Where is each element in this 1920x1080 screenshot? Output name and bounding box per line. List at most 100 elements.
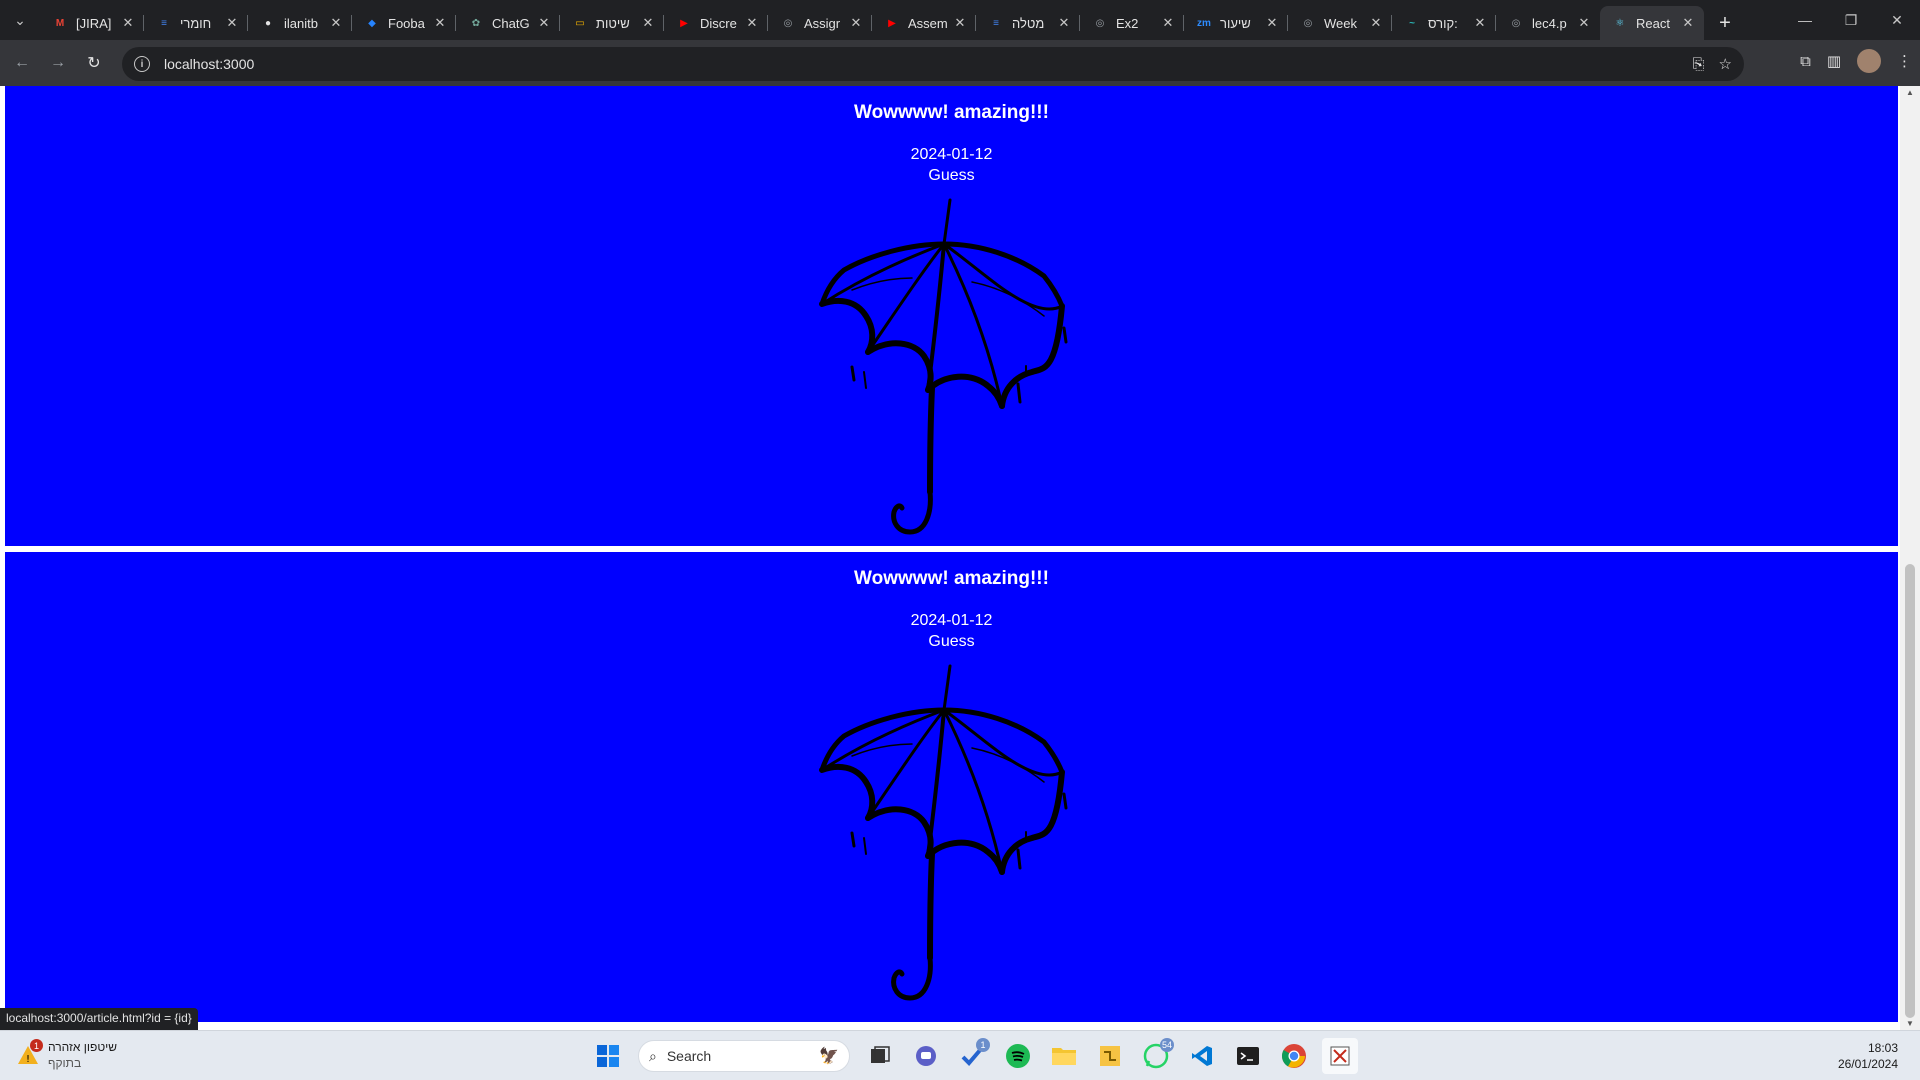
browser-tab[interactable]: M [JIRA] ✕ (40, 6, 144, 40)
close-tab-icon[interactable]: ✕ (328, 15, 344, 31)
site-info-icon[interactable]: i (134, 56, 150, 72)
browser-tab[interactable]: ◎ Assigr ✕ (768, 6, 872, 40)
search-placeholder: Search (666, 1048, 712, 1064)
weather-badge: 1 (30, 1039, 43, 1052)
spotify-button[interactable] (1000, 1038, 1036, 1074)
page-scrollbar[interactable]: ▲ ▼ (1900, 86, 1920, 1030)
scroll-up-icon[interactable]: ▲ (1900, 88, 1920, 97)
close-tab-icon[interactable]: ✕ (1368, 15, 1384, 31)
close-tab-icon[interactable]: ✕ (1264, 15, 1280, 31)
bookmark-star-icon[interactable]: ☆ (1719, 55, 1732, 73)
close-window-button[interactable]: ✕ (1874, 0, 1920, 40)
svg-text:!: ! (26, 1054, 30, 1065)
browser-tab[interactable]: ◎ lec4.p ✕ (1496, 6, 1600, 40)
todo-button[interactable]: 1 (954, 1038, 990, 1074)
install-app-icon[interactable]: ⎘ (1693, 56, 1705, 73)
browser-tab[interactable]: ▶ Assem ✕ (872, 6, 976, 40)
app-button[interactable] (1092, 1038, 1128, 1074)
chrome-icon (1281, 1044, 1306, 1068)
scrollbar-thumb[interactable] (1905, 564, 1915, 1018)
article-author: Guess (928, 633, 975, 650)
extensions-icon[interactable]: ⧉ (1800, 53, 1811, 70)
start-button[interactable] (590, 1038, 626, 1074)
windows-taskbar: ! 1 שיטפון אזהרה בתוקף ⌕ Search 🦅 1 54 1… (0, 1030, 1920, 1080)
more-menu-icon[interactable]: ⋮ (1897, 52, 1912, 70)
close-tab-icon[interactable]: ✕ (1680, 15, 1696, 31)
close-tab-icon[interactable]: ✕ (224, 15, 240, 31)
active-app-button[interactable] (1322, 1038, 1358, 1074)
diagram-app-icon (1100, 1046, 1120, 1066)
tab-strip: ⌄ M [JIRA] ✕ ≡ חומרי ✕ ● ilanitb ✕ ◆ Fooba ✕ ✿ ChatG ✕… (0, 0, 1920, 40)
spotify-icon (1006, 1044, 1030, 1068)
chrome-button[interactable] (1276, 1038, 1312, 1074)
system-clock[interactable]: 18:03 26/01/2024 (1838, 1040, 1898, 1072)
reload-button[interactable]: ↻ (80, 49, 108, 77)
minimize-button[interactable]: — (1782, 0, 1828, 40)
terminal-button[interactable] (1230, 1038, 1266, 1074)
close-tab-icon[interactable]: ✕ (1472, 15, 1488, 31)
taskbar-search[interactable]: ⌕ Search 🦅 (638, 1040, 850, 1072)
profile-avatar[interactable] (1857, 49, 1881, 73)
toolbar-actions: ⧉ ▥ ⋮ (1800, 49, 1912, 73)
browser-tab[interactable]: ≡ מטלה ✕ (976, 6, 1080, 40)
docs-icon: ≡ (161, 17, 167, 29)
umbrella-image (818, 664, 1067, 1001)
tab-title: React (1636, 15, 1670, 31)
url-text[interactable]: localhost:3000 (164, 56, 254, 72)
tab-title: מטלה (1012, 15, 1045, 31)
whatsapp-button[interactable]: 54 (1138, 1038, 1174, 1074)
browser-tab[interactable]: ▭ שיטות ✕ (560, 6, 664, 40)
browser-tab[interactable]: ◎ Ex2 ✕ (1080, 6, 1184, 40)
vscode-button[interactable] (1184, 1038, 1220, 1074)
close-tab-icon[interactable]: ✕ (640, 15, 656, 31)
close-tab-icon[interactable]: ✕ (1160, 15, 1176, 31)
chatgpt-icon: ✿ (471, 17, 481, 29)
snipping-tool-icon (1330, 1046, 1350, 1066)
new-tab-button[interactable]: + (1708, 6, 1742, 40)
tab-search-button[interactable]: ⌄ (0, 0, 40, 40)
article-card[interactable]: Wowwww! amazing!!! 2024-01-12 Guess (5, 86, 1898, 546)
youtube-icon: ▶ (680, 17, 688, 29)
teams-chat-button[interactable] (908, 1038, 944, 1074)
close-tab-icon[interactable]: ✕ (432, 15, 448, 31)
close-tab-icon[interactable]: ✕ (120, 15, 136, 31)
close-tab-icon[interactable]: ✕ (848, 15, 864, 31)
scroll-down-icon[interactable]: ▼ (1900, 1019, 1920, 1028)
browser-tab[interactable]: ◆ Fooba ✕ (352, 6, 456, 40)
browser-tab[interactable]: ⚛ React ✕ (1600, 6, 1704, 40)
file-explorer-button[interactable] (1046, 1038, 1082, 1074)
close-tab-icon[interactable]: ✕ (536, 15, 552, 31)
tabs: M [JIRA] ✕ ≡ חומרי ✕ ● ilanitb ✕ ◆ Fooba ✕ ✿ ChatG ✕ ▭ ש… (40, 6, 1704, 40)
browser-tab[interactable]: ● ilanitb ✕ (248, 6, 352, 40)
browser-tab[interactable]: ▶ Discre ✕ (664, 6, 768, 40)
close-tab-icon[interactable]: ✕ (744, 15, 760, 31)
browser-tab[interactable]: ✿ ChatG ✕ (456, 6, 560, 40)
close-tab-icon[interactable]: ✕ (952, 15, 968, 31)
globe-icon: ◎ (1303, 17, 1313, 29)
forward-button[interactable]: → (44, 49, 72, 77)
address-bar[interactable]: i localhost:3000 ⎘ ☆ (122, 47, 1744, 81)
react-icon: ⚛ (1615, 17, 1625, 29)
weather-widget[interactable]: ! 1 שיטפון אזהרה בתוקף (16, 1039, 117, 1071)
chat-icon (916, 1046, 936, 1066)
side-panel-icon[interactable]: ▥ (1827, 52, 1841, 70)
browser-tab[interactable]: ◎ Week ✕ (1288, 6, 1392, 40)
close-tab-icon[interactable]: ✕ (1056, 15, 1072, 31)
article-title: Wowwww! amazing!!! (854, 568, 1049, 589)
browser-tab[interactable]: ≡ חומרי ✕ (144, 6, 248, 40)
tab-title: [JIRA] (76, 15, 112, 31)
close-tab-icon[interactable]: ✕ (1576, 15, 1592, 31)
restore-button[interactable]: ❐ (1828, 0, 1874, 40)
terminal-icon (1237, 1047, 1259, 1065)
back-button[interactable]: ← (8, 49, 36, 77)
minimize-icon: — (1798, 12, 1812, 28)
browser-tab[interactable]: zm שיעור ✕ (1184, 6, 1288, 40)
browser-toolbar: ← → ↻ i localhost:3000 ⎘ ☆ ⧉ ▥ ⋮ (0, 40, 1920, 86)
browser-tab[interactable]: ~ קורס: ✕ (1392, 6, 1496, 40)
tab-title: Fooba (388, 15, 425, 31)
gmail-icon: M (55, 17, 65, 29)
tab-title: Week (1324, 15, 1357, 31)
article-card[interactable]: Wowwww! amazing!!! 2024-01-12 Guess (5, 552, 1898, 1022)
task-view-button[interactable] (862, 1038, 898, 1074)
arrow-left-icon: ← (14, 54, 30, 71)
